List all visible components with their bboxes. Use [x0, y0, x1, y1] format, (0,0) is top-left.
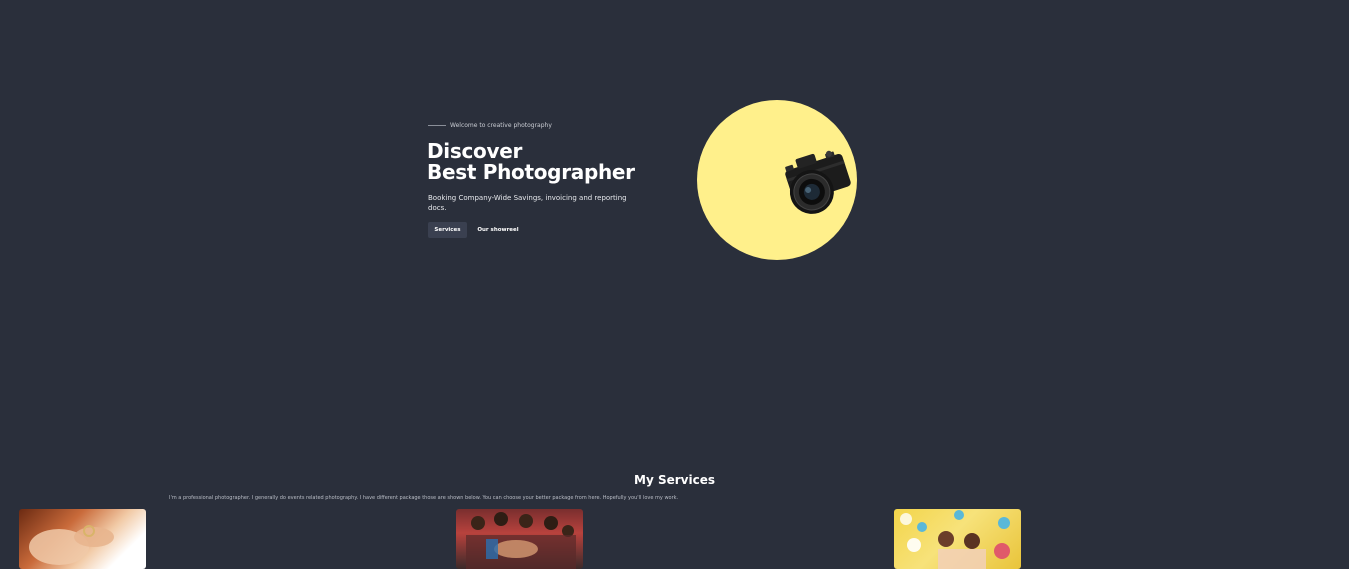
hero-description: Booking Company-Wide Savings, invoicing …	[428, 194, 627, 212]
services-intro: I'm a professional photographer. I gener…	[169, 495, 679, 501]
service-card-wedding[interactable]	[19, 509, 146, 569]
kids-party-photo	[900, 510, 1010, 569]
camera-icon	[785, 150, 851, 214]
services-button[interactable]: Services	[428, 222, 467, 238]
services-title: My Services	[634, 473, 715, 487]
hero-title-line-2: Best Photographer	[427, 160, 635, 184]
service-card-kids[interactable]	[894, 509, 1021, 569]
hero-tagline: Welcome to creative photography	[428, 122, 552, 129]
service-card-group[interactable]	[456, 509, 583, 569]
hero-title: Discover Best Photographer	[427, 141, 635, 183]
tagline-divider	[428, 125, 446, 126]
group-celebration-photo	[466, 512, 576, 569]
hero-illustration	[697, 100, 857, 260]
tagline-text: Welcome to creative photography	[450, 122, 552, 129]
wedding-rings-photo	[29, 525, 114, 565]
showreel-button[interactable]: Our showreel	[474, 222, 522, 238]
hero-title-line-1: Discover	[427, 139, 523, 163]
